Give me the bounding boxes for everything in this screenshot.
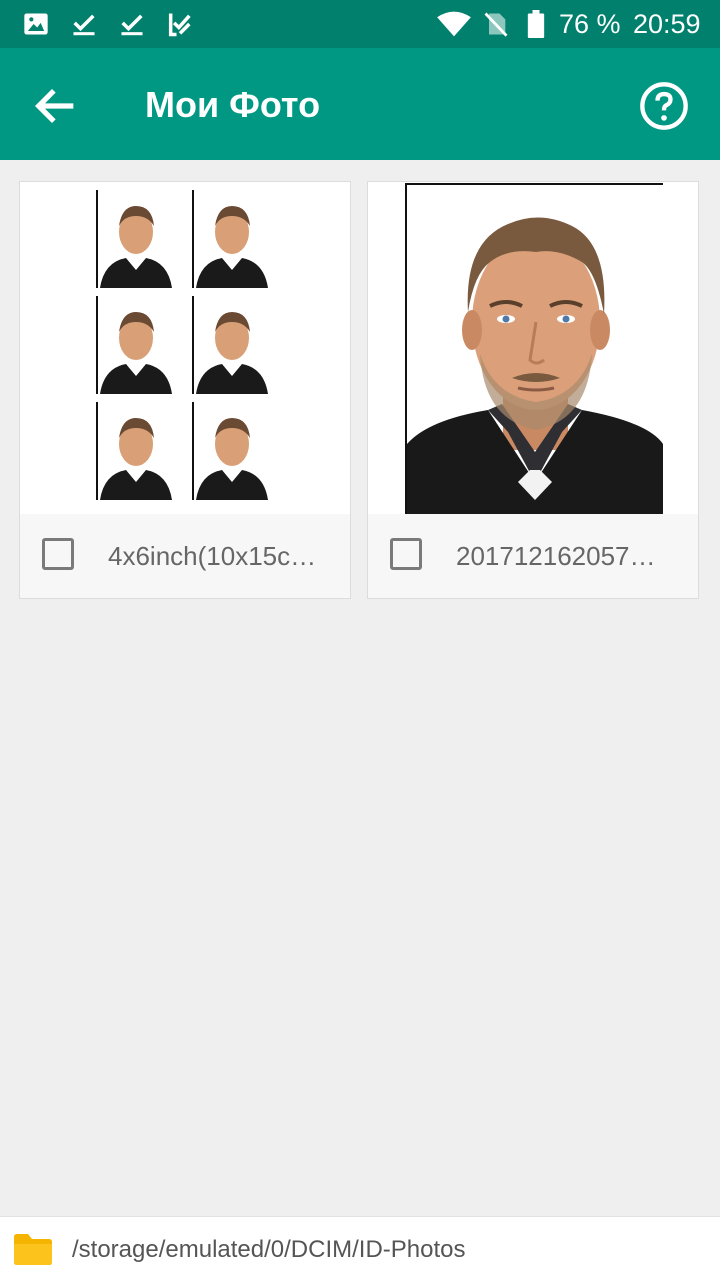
image-icon <box>24 13 48 35</box>
file-name: 4x6inch(10x15c… <box>108 541 317 571</box>
help-circle-icon[interactable] <box>638 80 690 132</box>
download-done-icon <box>73 14 95 36</box>
card-footer: 4x6inch(10x15c… <box>20 514 350 598</box>
folder-icon <box>14 1234 52 1265</box>
photo-thumbnail[interactable] <box>368 182 698 514</box>
battery-icon <box>527 10 545 38</box>
select-checkbox[interactable] <box>390 538 422 570</box>
folder-path: /storage/emulated/0/DCIM/ID-Photos <box>72 1236 466 1263</box>
photo-card[interactable]: 4x6inch(10x15c… <box>19 181 351 599</box>
file-name: 201712162057… <box>456 541 656 571</box>
checklist-icon <box>168 13 191 37</box>
photo-card[interactable]: 201712162057… <box>367 181 699 599</box>
battery-percent: 76 % <box>559 9 621 39</box>
card-footer: 201712162057… <box>368 514 698 598</box>
photo-thumbnail[interactable] <box>20 182 350 514</box>
folder-path-bar: /storage/emulated/0/DCIM/ID-Photos <box>0 1216 720 1280</box>
arrow-back-icon[interactable] <box>30 80 82 132</box>
no-sim-icon <box>484 12 508 37</box>
select-checkbox[interactable] <box>42 538 74 570</box>
photo-sheet-image <box>96 190 268 500</box>
app-bar: Мои Фото <box>0 48 720 160</box>
page-title: Мои Фото <box>145 84 321 125</box>
clock: 20:59 <box>633 9 701 39</box>
status-bar: 76 % 20:59 <box>0 0 720 48</box>
download-done-icon <box>121 14 143 36</box>
portrait-photo-image <box>405 183 663 514</box>
wifi-icon <box>437 11 471 37</box>
